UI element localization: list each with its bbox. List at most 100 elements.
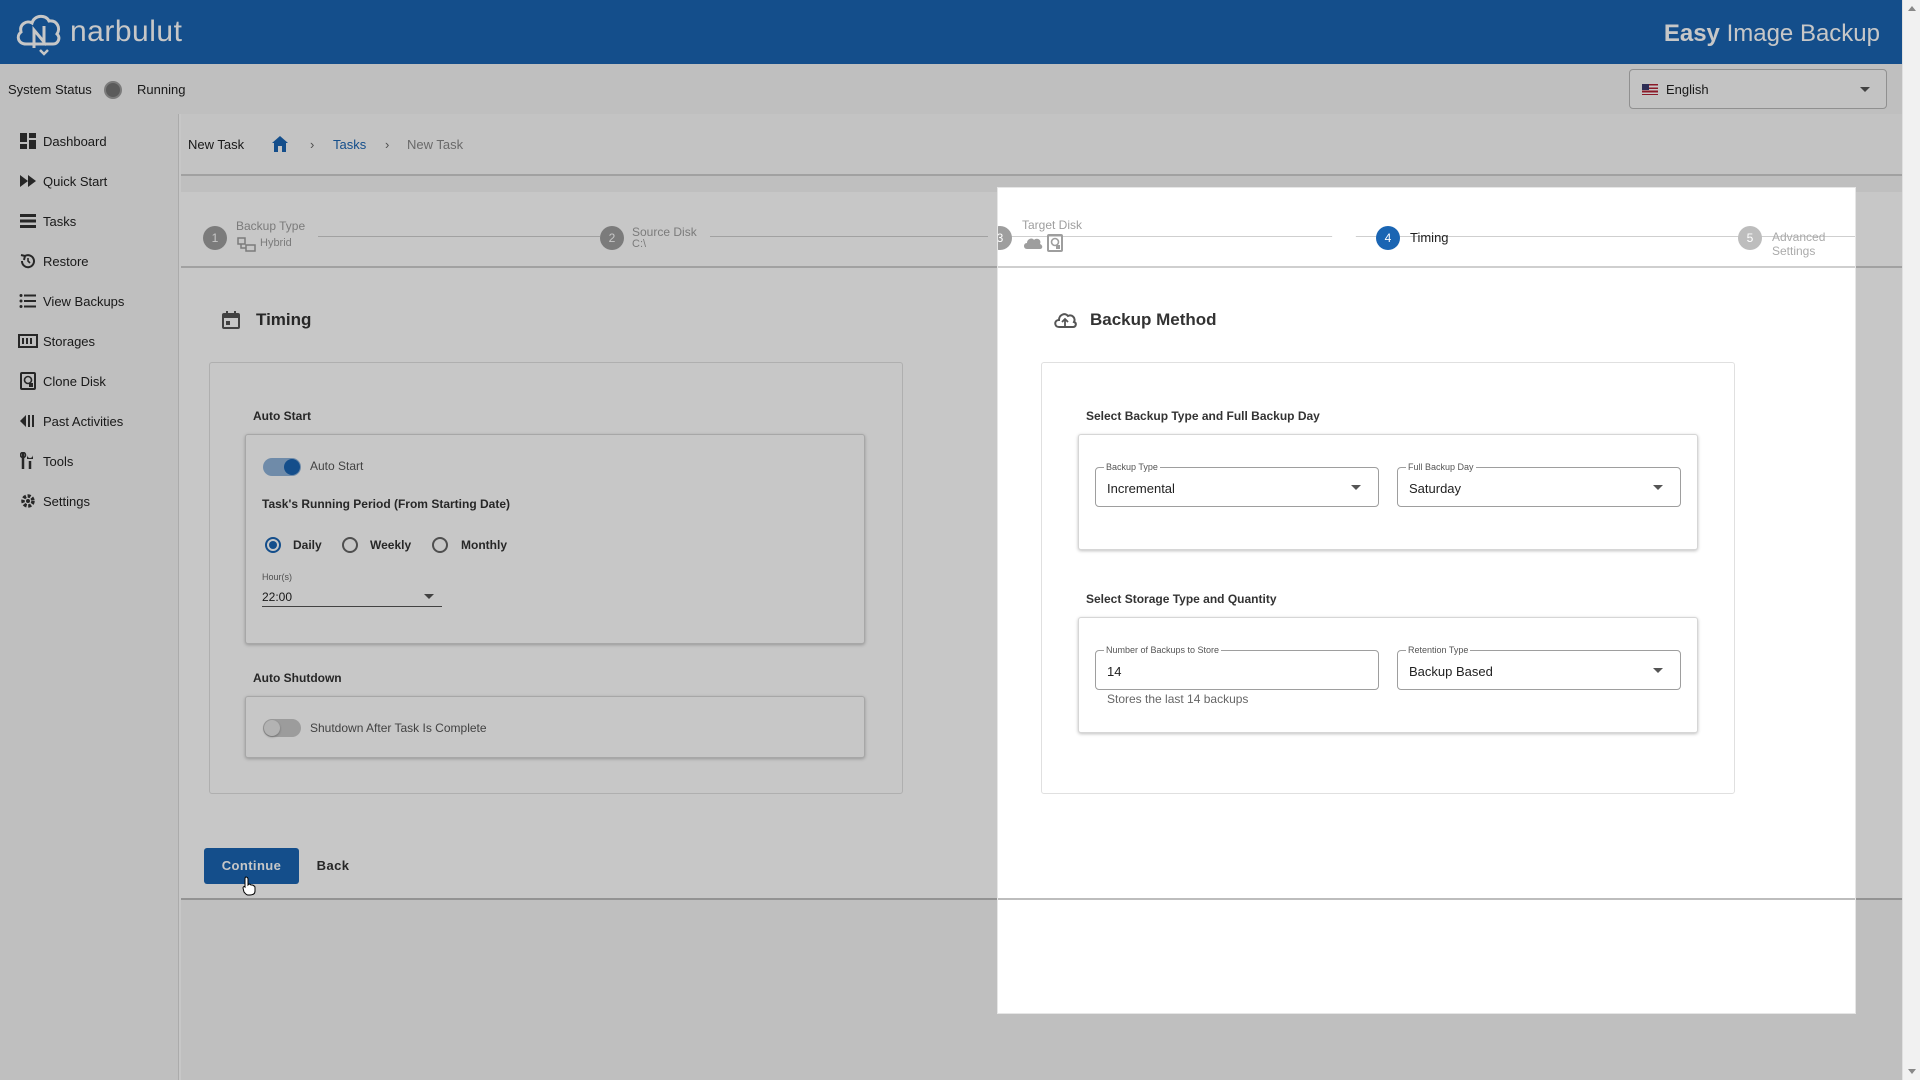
full-backup-day-select[interactable]: Full Backup Day Saturday [1397, 462, 1681, 507]
restore-icon [18, 251, 38, 271]
timing-title: Timing [256, 310, 312, 329]
step-3-label: Target Disk [1022, 218, 1083, 232]
storage-icon [18, 331, 38, 351]
breadcrumb-current: New Task [407, 137, 464, 152]
status-indicator-dot [104, 81, 122, 99]
hybrid-icon [237, 237, 256, 252]
auto-start-group-label: Auto Start [253, 409, 311, 423]
top-header-bar: narbulut Easy Image Backup [0, 0, 1902, 64]
sidebar-item-label: Tools [43, 453, 74, 469]
backup-type-field-label: Backup Type [1104, 462, 1160, 472]
app-title: Easy Image Backup [1664, 20, 1880, 48]
hour-select-value[interactable]: 22:00 [262, 590, 292, 604]
period-weekly-radio[interactable] [342, 537, 358, 553]
step-3-indicator[interactable]: 3 [998, 226, 1012, 250]
sidebar-item-quick-start[interactable]: Quick Start [18, 169, 107, 193]
auto-shutdown-group-label: Auto Shutdown [253, 671, 342, 685]
period-monthly-radio[interactable] [432, 537, 448, 553]
cloud-icon [1024, 238, 1043, 249]
backup-type-select[interactable]: Backup Type Incremental [1095, 462, 1379, 507]
sidebar-item-tools[interactable]: Tools [18, 449, 73, 473]
tools-icon [18, 451, 38, 471]
step-1-indicator[interactable]: 1 [203, 226, 227, 250]
stepper-divider [998, 266, 1855, 268]
backup-count-helper: Stores the last 14 backups [1107, 692, 1249, 706]
chevron-down-icon [1653, 485, 1663, 490]
gear-icon [18, 491, 38, 511]
full-backup-day-field-label: Full Backup Day [1406, 462, 1476, 472]
list-icon [18, 211, 38, 231]
toggle-knob [264, 720, 280, 736]
backup-count-input[interactable]: Number of Backups to Store 14 [1095, 645, 1379, 690]
full-backup-day-value: Saturday [1409, 481, 1462, 496]
auto-start-toggle[interactable] [263, 458, 301, 476]
period-daily-label[interactable]: Daily [293, 538, 322, 552]
bulleted-list-icon [18, 291, 38, 311]
disk-icon [18, 371, 38, 391]
hour-select-underline [262, 606, 442, 607]
system-status-label: System Status [8, 82, 92, 97]
shutdown-toggle-label: Shutdown After Task Is Complete [310, 721, 487, 735]
auto-start-toggle-label: Auto Start [310, 459, 364, 473]
cloud-upload-icon [1054, 313, 1077, 328]
page-scrollbar[interactable] [1902, 0, 1920, 1080]
disk-icon [1047, 234, 1063, 252]
sidebar-item-settings[interactable]: Settings [18, 489, 90, 513]
backup-count-value: 14 [1107, 664, 1122, 679]
scroll-up-icon[interactable] [1908, 6, 1916, 11]
period-daily-radio[interactable] [265, 537, 281, 553]
sidebar-item-dashboard[interactable]: Dashboard [18, 129, 107, 153]
stepper-connector [318, 236, 600, 237]
period-monthly-label[interactable]: Monthly [461, 538, 507, 552]
sidebar-item-tasks[interactable]: Tasks [18, 209, 76, 233]
step-2-indicator[interactable]: 2 [600, 226, 624, 250]
sidebar-item-label: Clone Disk [43, 373, 106, 389]
hour-field-label: Hour(s) [262, 572, 293, 582]
chevron-down-icon [1351, 485, 1361, 490]
toggle-knob [284, 459, 300, 475]
period-weekly-label[interactable]: Weekly [370, 538, 411, 552]
shutdown-toggle[interactable] [263, 719, 301, 737]
page-title: New Task [188, 137, 245, 152]
us-flag-icon [1642, 84, 1658, 95]
step-5-indicator[interactable]: 5 [1738, 226, 1762, 250]
backup-type-group-label: Select Backup Type and Full Backup Day [1086, 409, 1320, 423]
sidebar-item-view-backups[interactable]: View Backups [18, 289, 124, 313]
spotlight-content: 3 Target Disk 4 Timing 5 Advanced Settin… [998, 188, 1855, 1013]
sidebar-item-past-activities[interactable]: Past Activities [18, 409, 123, 433]
hand-cursor-icon [242, 876, 256, 896]
scroll-down-icon[interactable] [1908, 1069, 1916, 1074]
stepper-connector [710, 236, 988, 237]
back-button[interactable]: Back [308, 848, 358, 884]
app-title-rest: Image Backup [1719, 20, 1880, 47]
cloud-logo-icon [16, 14, 61, 56]
language-select[interactable]: English [1629, 69, 1887, 109]
storage-group-label: Select Storage Type and Quantity [1086, 592, 1277, 606]
fast-forward-icon [18, 171, 38, 191]
sidebar: Dashboard Quick Start Tasks Restore View… [0, 114, 179, 1080]
sidebar-item-restore[interactable]: Restore [18, 249, 89, 273]
step-4-indicator[interactable]: 4 [1376, 226, 1400, 250]
retention-type-value: Backup Based [1409, 664, 1493, 679]
sidebar-item-storages[interactable]: Storages [18, 329, 95, 353]
system-status-value: Running [137, 82, 186, 97]
running-period-label: Task's Running Period (From Starting Dat… [262, 497, 510, 511]
card-bottom-border [998, 898, 1855, 900]
app-title-bold: Easy [1663, 20, 1720, 47]
breadcrumb-tasks-link[interactable]: Tasks [333, 137, 366, 152]
narbulut-logo[interactable]: narbulut [14, 8, 182, 56]
language-value: English [1666, 82, 1709, 97]
sidebar-item-label: View Backups [43, 293, 125, 309]
dashboard-icon [18, 131, 38, 151]
step-1-label: Backup Type [236, 219, 306, 233]
step-2-label: Source Disk [632, 225, 697, 239]
home-icon[interactable] [270, 134, 290, 154]
chevron-down-icon[interactable] [424, 594, 434, 599]
sidebar-item-label: Storages [43, 333, 96, 349]
sidebar-item-label: Settings [43, 493, 90, 509]
sidebar-item-clone-disk[interactable]: Clone Disk [18, 369, 106, 393]
step-4-halo [1332, 226, 1356, 250]
sidebar-item-label: Past Activities [43, 413, 124, 429]
retention-type-select[interactable]: Retention Type Backup Based [1397, 645, 1681, 690]
step-1-sub: Hybrid [260, 237, 292, 249]
